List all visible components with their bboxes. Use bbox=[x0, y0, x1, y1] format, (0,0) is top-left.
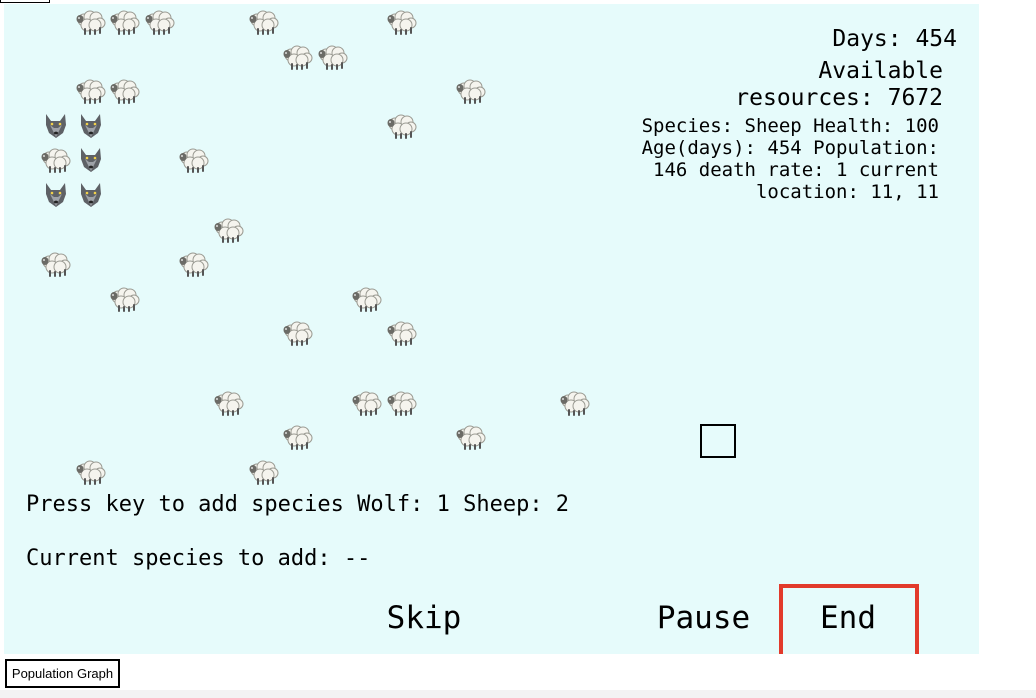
sheep-icon bbox=[177, 246, 211, 280]
sheep-icon bbox=[108, 73, 142, 107]
sheep-icon bbox=[108, 281, 142, 315]
sheep-icon bbox=[108, 4, 142, 38]
info-species-health: Species: Sheep Health: 100 bbox=[641, 115, 939, 137]
sheep-icon bbox=[74, 4, 108, 38]
sheep-icon bbox=[316, 39, 350, 73]
sheep-icon bbox=[39, 246, 73, 280]
sheep-icon bbox=[212, 385, 246, 419]
wolf-icon bbox=[74, 142, 108, 176]
sheep-icon bbox=[350, 385, 384, 419]
sheep-icon bbox=[558, 385, 592, 419]
sheep-icon bbox=[281, 39, 315, 73]
sheep-icon bbox=[247, 454, 281, 488]
sheep-icon bbox=[39, 142, 73, 176]
sheep-icon bbox=[247, 4, 281, 38]
info-location: location: 11, 11 bbox=[755, 181, 939, 203]
sheep-icon bbox=[385, 4, 419, 38]
sheep-icon bbox=[74, 454, 108, 488]
info-death-rate: 146 death rate: 1 current bbox=[653, 159, 939, 181]
simulation-board[interactable]: Days: 454 Available resources: 7672 Spec… bbox=[4, 4, 979, 654]
sheep-icon bbox=[281, 419, 315, 453]
sheep-icon bbox=[74, 73, 108, 107]
wolf-icon bbox=[74, 108, 108, 142]
add-species-instructions: Press key to add species Wolf: 1 Sheep: … bbox=[26, 492, 570, 517]
current-species-status: Current species to add: -- bbox=[26, 546, 371, 571]
resources-label: Available bbox=[818, 58, 943, 84]
top-edge-control bbox=[0, 0, 50, 3]
pause-button[interactable]: Pause bbox=[646, 600, 761, 636]
sheep-icon bbox=[454, 73, 488, 107]
page-bottom-edge bbox=[0, 690, 1036, 698]
sheep-icon bbox=[385, 385, 419, 419]
days-counter: Days: 454 bbox=[832, 26, 957, 52]
sheep-icon bbox=[350, 281, 384, 315]
selection-cursor[interactable] bbox=[700, 424, 736, 458]
population-graph-button[interactable]: Population Graph bbox=[5, 659, 120, 688]
resources-value: resources: 7672 bbox=[735, 85, 943, 111]
sheep-icon bbox=[281, 315, 315, 349]
sheep-icon bbox=[177, 142, 211, 176]
end-button-highlight bbox=[779, 584, 919, 654]
sheep-icon bbox=[143, 4, 177, 38]
wolf-icon bbox=[74, 177, 108, 211]
sheep-icon bbox=[454, 419, 488, 453]
skip-button[interactable]: Skip bbox=[374, 600, 474, 636]
wolf-icon bbox=[39, 108, 73, 142]
sheep-icon bbox=[212, 212, 246, 246]
sheep-icon bbox=[385, 315, 419, 349]
info-age-population: Age(days): 454 Population: bbox=[641, 137, 939, 159]
wolf-icon bbox=[39, 177, 73, 211]
sheep-icon bbox=[385, 108, 419, 142]
